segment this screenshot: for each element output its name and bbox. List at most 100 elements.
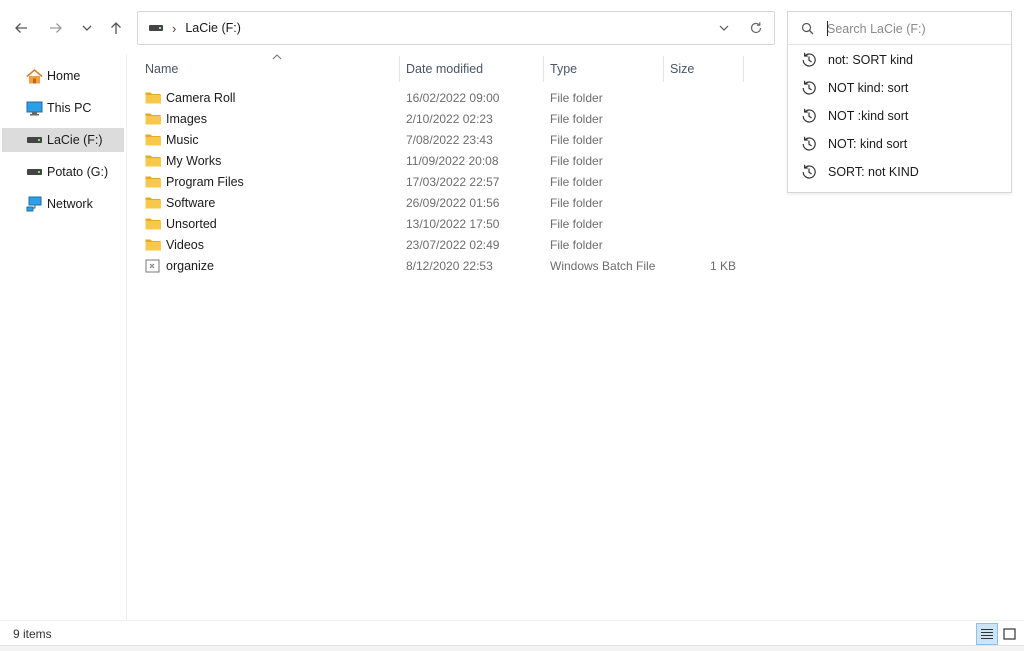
file-name: Videos <box>145 234 204 255</box>
drive-icon <box>149 25 163 31</box>
file-date: 8/12/2020 22:53 <box>406 258 493 273</box>
file-type: File folder <box>550 153 603 168</box>
search-box[interactable] <box>787 11 1012 45</box>
history-icon <box>800 163 818 181</box>
sidebar-item-potato[interactable]: Potato (G:) <box>2 160 124 184</box>
file-date: 13/10/2022 17:50 <box>406 216 500 231</box>
recent-locations-button[interactable] <box>75 14 99 42</box>
file-row[interactable]: Software 26/09/2022 01:56 File folder <box>137 192 757 213</box>
file-type: File folder <box>550 90 603 105</box>
refresh-button[interactable] <box>744 21 768 35</box>
file-name-text: My Works <box>166 153 222 168</box>
file-date: 26/09/2022 01:56 <box>406 195 500 210</box>
column-header-label: Size <box>670 62 695 76</box>
arrow-up-icon <box>111 22 121 34</box>
column-header-label: Type <box>550 62 578 76</box>
column-header-size[interactable]: Size <box>670 54 740 84</box>
address-bar[interactable]: › LaCie (F:) <box>137 11 775 45</box>
file-date: 16/02/2022 09:00 <box>406 90 500 105</box>
monitor-icon <box>26 100 43 116</box>
up-button[interactable] <box>104 14 128 42</box>
column-header-date[interactable]: Date modified <box>406 54 546 84</box>
file-row[interactable]: Videos 23/07/2022 02:49 File folder <box>137 234 757 255</box>
history-icon <box>800 135 818 153</box>
sidebar-item-network[interactable]: Network <box>2 192 124 216</box>
address-history-button[interactable] <box>712 22 736 34</box>
column-divider[interactable] <box>663 56 664 82</box>
sidebar-item-this-pc[interactable]: This PC <box>2 96 124 120</box>
navigation-pane: Home This PC LaCie (F:) Potato (G:) Netw… <box>0 54 127 620</box>
column-header-type[interactable]: Type <box>550 54 660 84</box>
file-type: File folder <box>550 132 603 147</box>
column-header-label: Date modified <box>406 62 484 76</box>
file-name: Music <box>145 129 199 150</box>
search-history-item[interactable]: not: SORT kind <box>788 46 1011 74</box>
drive-icon <box>26 132 43 148</box>
breadcrumb-separator[interactable]: › <box>172 21 176 36</box>
sidebar-item-lacie[interactable]: LaCie (F:) <box>2 128 124 152</box>
sidebar-item-label: This PC <box>47 101 92 115</box>
search-history-item[interactable]: NOT :kind sort <box>788 102 1011 130</box>
file-row[interactable]: My Works 11/09/2022 20:08 File folder <box>137 150 757 171</box>
details-view-button[interactable] <box>976 623 998 645</box>
file-name: Program Files <box>145 171 244 192</box>
window-bottom-edge <box>0 645 1024 651</box>
file-date: 7/08/2022 23:43 <box>406 132 493 147</box>
file-name-text: organize <box>166 258 214 273</box>
file-row[interactable]: Music 7/08/2022 23:43 File folder <box>137 129 757 150</box>
history-icon <box>800 107 818 125</box>
file-name-text: Camera Roll <box>166 90 236 105</box>
file-size: 1 KB <box>709 258 736 273</box>
folder-icon <box>145 91 161 104</box>
file-date: 2/10/2022 02:23 <box>406 111 493 126</box>
text-caret <box>827 21 828 36</box>
breadcrumb-current[interactable]: LaCie (F:) <box>185 21 241 35</box>
file-name: Camera Roll <box>145 87 235 108</box>
file-row[interactable]: Program Files 17/03/2022 22:57 File folder <box>137 171 757 192</box>
large-icons-view-button[interactable] <box>998 623 1020 645</box>
folder-icon <box>145 217 161 230</box>
file-name-text: Software <box>166 195 216 210</box>
file-type: File folder <box>550 237 603 252</box>
drive-icon <box>26 164 43 180</box>
file-explorer-window: › LaCie (F:) not: SORT kind NOT kind: sor… <box>0 0 1024 651</box>
sort-ascending-icon <box>272 52 282 63</box>
file-name: My Works <box>145 150 221 171</box>
chevron-down-icon <box>719 25 729 31</box>
item-count: 9 items <box>13 627 52 641</box>
column-header-label: Name <box>145 62 179 76</box>
sidebar-item-home[interactable]: Home <box>2 64 124 88</box>
folder-icon <box>145 196 161 209</box>
file-name: organize <box>145 255 214 276</box>
file-name: Unsorted <box>145 213 217 234</box>
forward-button[interactable] <box>44 14 68 42</box>
search-history-item[interactable]: NOT: kind sort <box>788 130 1011 158</box>
history-text: not: SORT kind <box>828 53 913 67</box>
file-row[interactable]: Images 2/10/2022 02:23 File folder <box>137 108 757 129</box>
file-row[interactable]: Unsorted 13/10/2022 17:50 File folder <box>137 213 757 234</box>
file-type: File folder <box>550 216 603 231</box>
search-history-item[interactable]: SORT: not KIND <box>788 158 1011 186</box>
file-row[interactable]: organize 8/12/2020 22:53 Windows Batch Fil… <box>137 255 757 276</box>
file-type: File folder <box>550 111 603 126</box>
details-view-icon <box>981 629 993 639</box>
file-name-text: Images <box>166 111 207 126</box>
history-icon <box>800 79 818 97</box>
folder-icon <box>145 112 161 125</box>
column-divider[interactable] <box>743 56 744 82</box>
folder-icon <box>145 238 161 251</box>
search-input[interactable] <box>827 21 1007 36</box>
file-row[interactable]: Camera Roll 16/02/2022 09:00 File folder <box>137 87 757 108</box>
column-header-name[interactable]: Name <box>145 54 400 84</box>
search-history-item[interactable]: NOT kind: sort <box>788 74 1011 102</box>
column-divider[interactable] <box>543 56 544 82</box>
file-name: Software <box>145 192 215 213</box>
column-divider[interactable] <box>399 56 400 82</box>
file-name-text: Music <box>166 132 199 147</box>
folder-icon <box>145 175 161 188</box>
history-icon <box>800 51 818 69</box>
back-button[interactable] <box>9 14 33 42</box>
network-icon <box>26 196 43 212</box>
history-text: NOT :kind sort <box>828 109 909 123</box>
address-actions <box>712 12 774 44</box>
